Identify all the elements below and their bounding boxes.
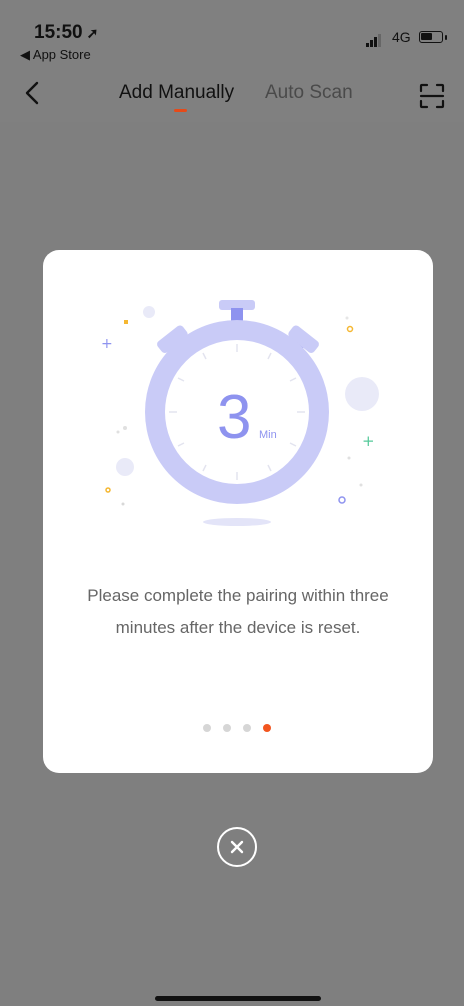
battery-cap bbox=[445, 35, 447, 40]
back-chevron-icon[interactable] bbox=[18, 77, 50, 109]
page-dot-active bbox=[263, 724, 271, 732]
page-dot bbox=[243, 724, 251, 732]
pairing-message-line-2: minutes after the device is reset. bbox=[115, 618, 361, 637]
status-bar: 15:50 ➚ ◀ App Store 4G bbox=[0, 0, 464, 66]
stopwatch-illustration: + + 3 Min bbox=[101, 300, 379, 526]
location-arrow-icon: ➚ bbox=[86, 25, 99, 41]
back-to-app-store-link[interactable]: ◀ App Store bbox=[20, 47, 91, 63]
pairing-message: Please complete the pairing within three… bbox=[63, 580, 413, 644]
page-dot bbox=[203, 724, 211, 732]
status-time: 15:50 ➚ bbox=[34, 22, 98, 44]
svg-text:+: + bbox=[362, 432, 375, 450]
timer-unit: Min bbox=[259, 429, 277, 441]
nav-bar: Add Manually Auto Scan bbox=[0, 66, 464, 122]
active-tab-indicator bbox=[174, 109, 187, 112]
svg-text:+: + bbox=[101, 336, 113, 352]
status-time-text: 15:50 bbox=[34, 22, 83, 43]
network-type-label: 4G bbox=[392, 29, 411, 45]
home-indicator[interactable] bbox=[155, 996, 321, 1001]
pairing-message-line-1: Please complete the pairing within three bbox=[87, 586, 389, 605]
close-icon bbox=[230, 840, 244, 854]
tab-auto-scan[interactable]: Auto Scan bbox=[265, 82, 353, 104]
battery-icon bbox=[419, 31, 443, 43]
cellular-signal-icon bbox=[366, 33, 386, 47]
timer-number: 3 bbox=[217, 383, 251, 452]
pairing-tip-modal: + + 3 Min Please complete the pairing wi… bbox=[43, 250, 433, 773]
scan-icon[interactable] bbox=[418, 82, 446, 110]
close-button[interactable] bbox=[217, 827, 257, 867]
tab-add-manually[interactable]: Add Manually bbox=[119, 82, 234, 104]
page-dot bbox=[223, 724, 231, 732]
page-indicator bbox=[203, 724, 283, 734]
